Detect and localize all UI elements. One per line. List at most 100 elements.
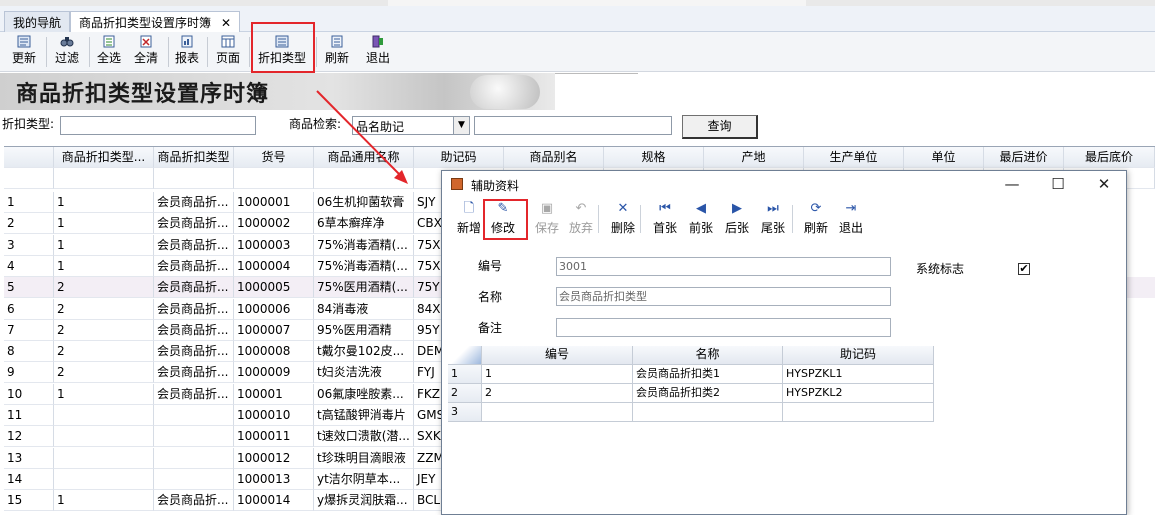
grid-cell — [54, 168, 154, 189]
prev-button[interactable]: ◀ 前张 — [686, 202, 716, 236]
column-header[interactable]: 单位 — [904, 147, 984, 168]
grid-cell: 1000008 — [234, 341, 314, 363]
grid-cell: 1000003 — [234, 234, 314, 256]
tab-close-icon[interactable]: ✕ — [221, 16, 231, 30]
grid-cell — [54, 405, 154, 426]
column-header[interactable]: 货号 — [234, 147, 314, 168]
chevron-down-icon[interactable]: ▼ — [453, 117, 469, 134]
code-field[interactable]: 3001 — [556, 257, 891, 276]
undo-button[interactable]: ↶ 放弃 — [566, 202, 596, 236]
dialog-titlebar: 辅助资料 — ☐ ✕ — [442, 171, 1126, 197]
toolbar-divider — [792, 205, 793, 233]
grid-cell: 06生机抑菌软膏 — [314, 192, 414, 213]
filter-button[interactable]: 过滤 — [50, 35, 84, 69]
grid-cell: yt洁尔阴草本... — [314, 468, 414, 490]
toolbar-divider — [46, 37, 47, 67]
report-icon — [181, 35, 193, 48]
grid-cell: t速效口溃散(潜... — [314, 426, 414, 448]
refresh-button[interactable]: ⟳ 刷新 — [801, 202, 831, 236]
grid-cell: 9 — [4, 362, 54, 384]
grid-cell: 75%医用酒精(... — [314, 277, 414, 299]
column-header[interactable]: 商品通用名称 — [314, 147, 414, 168]
search-mode-value: 品名助记 — [356, 120, 405, 134]
tab-my-navigation[interactable]: 我的导航 — [4, 11, 71, 32]
row-number: 1 — [448, 365, 482, 384]
grid-cell — [154, 168, 234, 189]
button-label: 前张 — [688, 221, 713, 235]
delete-button[interactable]: ✕ 删除 — [608, 202, 638, 236]
exit-button[interactable]: 退出 — [362, 35, 394, 69]
grid-cell: 2 — [54, 319, 154, 341]
search-mode-select[interactable]: 品名助记 ▼ — [352, 116, 470, 135]
grid-cell: 2 — [54, 341, 154, 363]
grid-cell — [234, 168, 314, 189]
system-flag-checkbox[interactable]: ✔ — [1018, 263, 1030, 275]
first-icon: ⏮ — [659, 201, 671, 216]
remark-field[interactable] — [556, 318, 891, 337]
save-button[interactable]: ▣ 保存 — [532, 202, 562, 236]
minimize-icon[interactable]: — — [1002, 175, 1022, 193]
grid-cell: 1 — [54, 234, 154, 256]
table-row[interactable]: 3 — [448, 403, 934, 422]
filter-icon — [60, 37, 74, 47]
select-all-icon — [103, 35, 115, 48]
grid-cell: 1000002 — [234, 213, 314, 235]
column-header[interactable]: 最后底价 — [1064, 147, 1155, 168]
discount-type-input[interactable] — [60, 116, 256, 135]
refresh-button[interactable]: 刷新 — [321, 35, 353, 69]
select-all-button[interactable]: 全选 — [92, 35, 126, 69]
grid-cell: y爆拆灵润肤霜... — [314, 490, 414, 512]
remark-label: 备注 — [478, 321, 503, 335]
column-header[interactable]: 编号 — [482, 346, 633, 365]
product-search-input[interactable] — [474, 116, 672, 135]
tab-label: 商品折扣类型设置序时簿 — [79, 16, 212, 30]
table-row[interactable]: 1 1 会员商品折扣类1 HYSPZKL1 — [448, 365, 934, 384]
exit-button[interactable]: ⇥ 退出 — [836, 202, 866, 236]
grid-cell — [154, 447, 234, 469]
last-button[interactable]: ⏭ 尾张 — [758, 202, 788, 236]
column-header[interactable]: 规格 — [604, 147, 704, 168]
column-header[interactable]: 名称 — [633, 346, 783, 365]
clear-all-button[interactable]: 全清 — [129, 35, 163, 69]
close-icon[interactable]: ✕ — [1094, 175, 1114, 193]
save-icon: ▣ — [540, 201, 554, 216]
grid-corner[interactable] — [448, 346, 482, 365]
grid-cell: HYSPZKL2 — [783, 384, 934, 403]
exit-icon: ⇥ — [845, 201, 857, 216]
code-label: 编号 — [478, 259, 503, 273]
grid-cell: 会员商品折... — [154, 213, 234, 235]
column-header[interactable]: 助记码 — [783, 346, 934, 365]
column-header[interactable]: 商品折扣类型... — [54, 147, 154, 168]
name-field[interactable]: 会员商品折扣类型 — [556, 287, 891, 306]
first-button[interactable]: ⏮ 首张 — [650, 202, 680, 236]
query-button[interactable]: 查询 — [682, 115, 758, 139]
dialog-title: 辅助资料 — [471, 179, 520, 193]
tab-discount-type-journal[interactable]: 商品折扣类型设置序时簿 ✕ — [70, 11, 241, 32]
column-header[interactable]: 最后进价 — [984, 147, 1064, 168]
banner-divider — [555, 73, 638, 74]
grid-cell: 5 — [4, 277, 54, 299]
grid-cell — [482, 403, 633, 422]
new-button[interactable]: 🗋 新增 — [454, 202, 484, 236]
page-title: 商品折扣类型设置序时簿 — [16, 81, 270, 107]
update-button[interactable]: 更新 — [6, 35, 42, 69]
button-label: 刷新 — [803, 221, 828, 235]
grid-cell: 12 — [4, 426, 54, 448]
column-header[interactable] — [4, 147, 54, 168]
column-header[interactable]: 产地 — [704, 147, 804, 168]
column-header[interactable]: 助记码 — [414, 147, 504, 168]
clear-all-label: 全清 — [133, 51, 158, 65]
new-icon: 🗋 — [463, 201, 475, 216]
column-header[interactable]: 生产单位 — [804, 147, 904, 168]
grid-cell: 7 — [4, 319, 54, 341]
page-button[interactable]: 页面 — [211, 35, 245, 69]
grid-cell: 15 — [4, 490, 54, 512]
report-button[interactable]: 报表 — [171, 35, 203, 69]
column-header[interactable]: 商品折扣类型 — [154, 147, 234, 168]
maximize-icon[interactable]: ☐ — [1048, 175, 1068, 193]
column-header[interactable]: 商品别名 — [504, 147, 604, 168]
next-button[interactable]: ▶ 后张 — [722, 202, 752, 236]
table-row[interactable]: 2 2 会员商品折扣类2 HYSPZKL2 — [448, 384, 934, 403]
grid-cell: 10 — [4, 383, 54, 405]
grid-cell — [783, 403, 934, 422]
